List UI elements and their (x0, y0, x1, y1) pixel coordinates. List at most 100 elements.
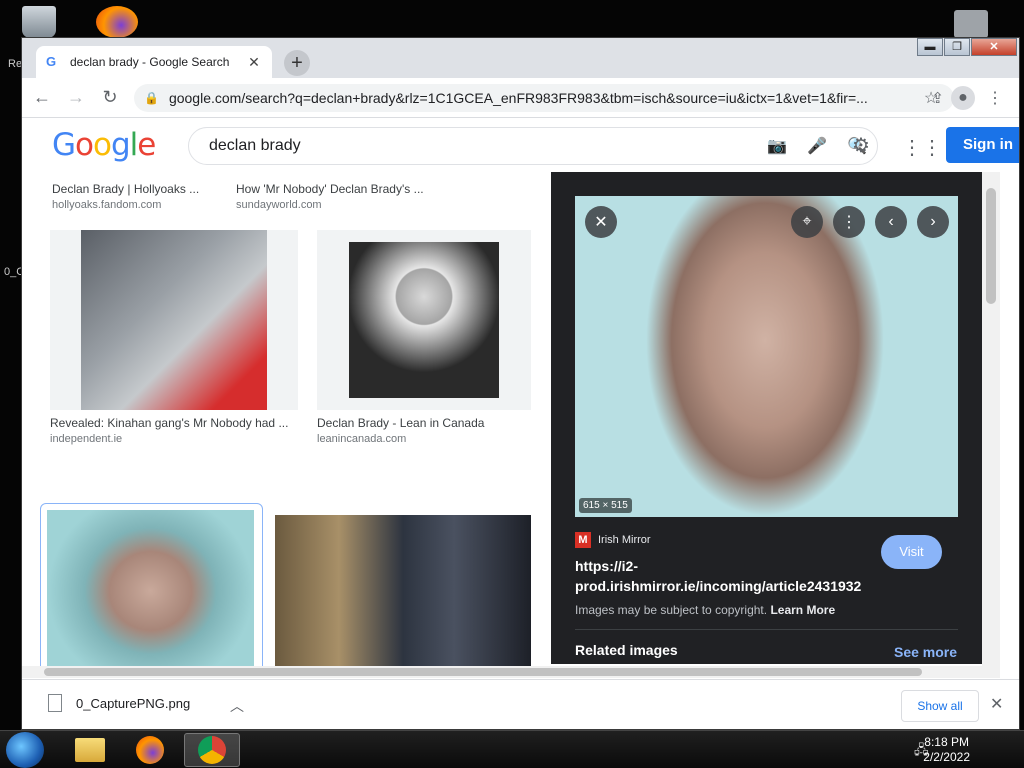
see-more-link[interactable]: See more (894, 644, 957, 660)
google-logo[interactable]: Google (52, 127, 156, 163)
related-images-heading: Related images (575, 642, 678, 658)
computer-desktop-icon[interactable] (954, 10, 988, 38)
divider (575, 629, 958, 630)
image-results-grid: Declan Brady | Hollyoaks ... hollyoaks.f… (22, 172, 550, 666)
copyright-text: Images may be subject to copyright. (575, 603, 768, 617)
preview-link[interactable]: https://i2- prod.irishmirror.ie/incoming… (575, 556, 875, 596)
taskbar-file-explorer[interactable] (62, 733, 118, 767)
result-caption[interactable]: Revealed: Kinahan gang's Mr Nobody had .… (50, 416, 298, 430)
firefox-icon (136, 736, 164, 764)
result-thumbnail[interactable] (50, 230, 298, 410)
address-bar[interactable]: 🔒 google.com/search?q=declan+brady&rlz=1… (134, 84, 954, 112)
result-source: leanincanada.com (317, 433, 407, 445)
camera-search-icon[interactable]: 📷 (757, 136, 797, 156)
google-header: Google declan brady 📷 🎤 🔍 ⚙ ⋮⋮⋮ Sign in (22, 119, 1019, 171)
scroll-thumb[interactable] (986, 188, 996, 304)
result-caption[interactable]: How 'Mr Nobody' Declan Brady's ... (236, 182, 436, 196)
learn-more-link[interactable]: Learn More (770, 603, 835, 617)
thumbnail-image (81, 230, 267, 410)
next-arrow-icon[interactable]: › (917, 206, 949, 238)
microphone-icon[interactable]: 🎤 (797, 136, 837, 156)
clock-time: 8:18 PM (924, 735, 969, 749)
tab-title: declan brady - Google Search (70, 55, 230, 69)
maximize-button[interactable]: ❐ (944, 38, 970, 56)
result-item[interactable]: Declan Brady - Lean in Canada leanincana… (317, 230, 531, 445)
copyright-notice: Images may be subject to copyright. Lear… (575, 603, 835, 617)
close-window-button[interactable]: ✕ (971, 38, 1017, 56)
previous-arrow-icon[interactable]: ‹ (875, 206, 907, 238)
search-query[interactable]: declan brady (209, 137, 757, 155)
taskbar: 🖧 8:18 PM 2/2/2022 (0, 730, 1024, 768)
lens-search-icon[interactable]: ⌖ (791, 206, 823, 238)
clock-date: 2/2/2022 (923, 750, 970, 764)
profile-avatar-icon[interactable]: ● (951, 86, 975, 110)
sign-in-button[interactable]: Sign in (946, 127, 1019, 163)
logo-letter: e (137, 127, 156, 163)
tab-google-search[interactable]: G declan brady - Google Search ✕ (36, 46, 272, 78)
result-thumbnail[interactable] (317, 230, 531, 410)
close-preview-icon[interactable]: ✕ (585, 206, 617, 238)
firefox-desktop-icon[interactable] (96, 6, 138, 38)
download-filename[interactable]: 0_CapturePNG.png (76, 696, 190, 711)
preview-face (645, 196, 885, 517)
download-bar: 0_CapturePNG.png ︿ Show all ✕ (22, 679, 1019, 729)
forward-arrow-icon[interactable]: → (62, 84, 90, 112)
scroll-thumb[interactable] (44, 668, 922, 676)
result-item[interactable]: How 'Mr Nobody' Declan Brady's ... sunda… (236, 176, 436, 211)
chevron-up-icon[interactable]: ︿ (230, 696, 244, 716)
logo-letter: o (75, 127, 94, 163)
show-all-button[interactable]: Show all (901, 690, 979, 722)
irish-mirror-logo-icon: M (575, 532, 591, 548)
settings-gear-icon[interactable]: ⚙ (852, 133, 870, 158)
visit-button[interactable]: Visit (881, 535, 942, 569)
image-dimensions: 615 × 515 (579, 498, 632, 513)
tab-close-icon[interactable]: ✕ (246, 54, 262, 71)
window-controls: ▬ ❐ ✕ (916, 38, 1017, 56)
bookmark-star-icon[interactable]: ☆ (919, 86, 943, 110)
clock[interactable]: 8:18 PM 2/2/2022 (923, 735, 970, 765)
source-name[interactable]: Irish Mirror (598, 534, 651, 546)
result-caption[interactable]: Declan Brady | Hollyoaks ... (52, 182, 232, 196)
result-item-selected[interactable] (40, 503, 263, 666)
result-source: hollyoaks.fandom.com (52, 199, 162, 211)
taskbar-chrome[interactable] (184, 733, 240, 767)
result-source: independent.ie (50, 433, 123, 445)
recycle-bin-icon[interactable] (22, 6, 56, 38)
search-box[interactable]: declan brady 📷 🎤 🔍 (188, 127, 878, 165)
back-arrow-icon[interactable]: ← (28, 84, 56, 112)
taskbar-firefox[interactable] (122, 733, 178, 767)
more-options-icon[interactable]: ⋮ (833, 206, 865, 238)
start-button[interactable] (6, 732, 44, 768)
logo-letter: o (93, 127, 112, 163)
result-item[interactable]: Revealed: Kinahan gang's Mr Nobody had .… (50, 230, 298, 445)
result-caption[interactable]: Declan Brady - Lean in Canada (317, 416, 531, 430)
thumbnail-image (275, 515, 531, 666)
file-icon (48, 694, 62, 712)
close-download-bar-icon[interactable]: ✕ (990, 694, 1003, 714)
chrome-menu-icon[interactable]: ⋮ (983, 86, 1007, 110)
image-preview-panel: ✕ ⌖ ⋮ ‹ › 615 × 515 M Irish Mirror https… (551, 172, 982, 664)
lock-icon[interactable]: 🔒 (144, 91, 159, 105)
download-item[interactable]: 0_CapturePNG.png (48, 694, 190, 712)
vertical-scrollbar[interactable] (982, 172, 1000, 666)
chrome-icon (198, 736, 226, 764)
thumbnail-image (47, 510, 254, 666)
logo-letter: G (52, 127, 76, 163)
minimize-button[interactable]: ▬ (917, 38, 943, 56)
result-item[interactable]: Declan Brady | Hollyoaks ... hollyoaks.f… (52, 176, 232, 211)
horizontal-scrollbar[interactable] (22, 666, 1000, 678)
logo-letter: g (110, 127, 131, 163)
source-row[interactable]: M Irish Mirror (575, 532, 651, 548)
tab-strip: G declan brady - Google Search ✕ + ▬ ❐ ✕ (22, 38, 1019, 78)
folder-icon (75, 738, 105, 762)
address-url[interactable]: google.com/search?q=declan+brady&rlz=1C1… (169, 90, 919, 106)
result-item[interactable] (275, 515, 531, 666)
reload-icon[interactable]: ↻ (96, 84, 124, 112)
desktop-icon-label-1[interactable]: Re (8, 58, 22, 70)
preview-image[interactable] (575, 196, 958, 517)
browser-window: G declan brady - Google Search ✕ + ▬ ❐ ✕… (21, 37, 1020, 730)
browser-toolbar: ← → ↻ 🔒 google.com/search?q=declan+brady… (22, 78, 1019, 118)
toolbar-right: ☆ ● ⋮ (911, 86, 1007, 110)
thumbnail-image (349, 242, 499, 398)
new-tab-button[interactable]: + (284, 50, 310, 76)
